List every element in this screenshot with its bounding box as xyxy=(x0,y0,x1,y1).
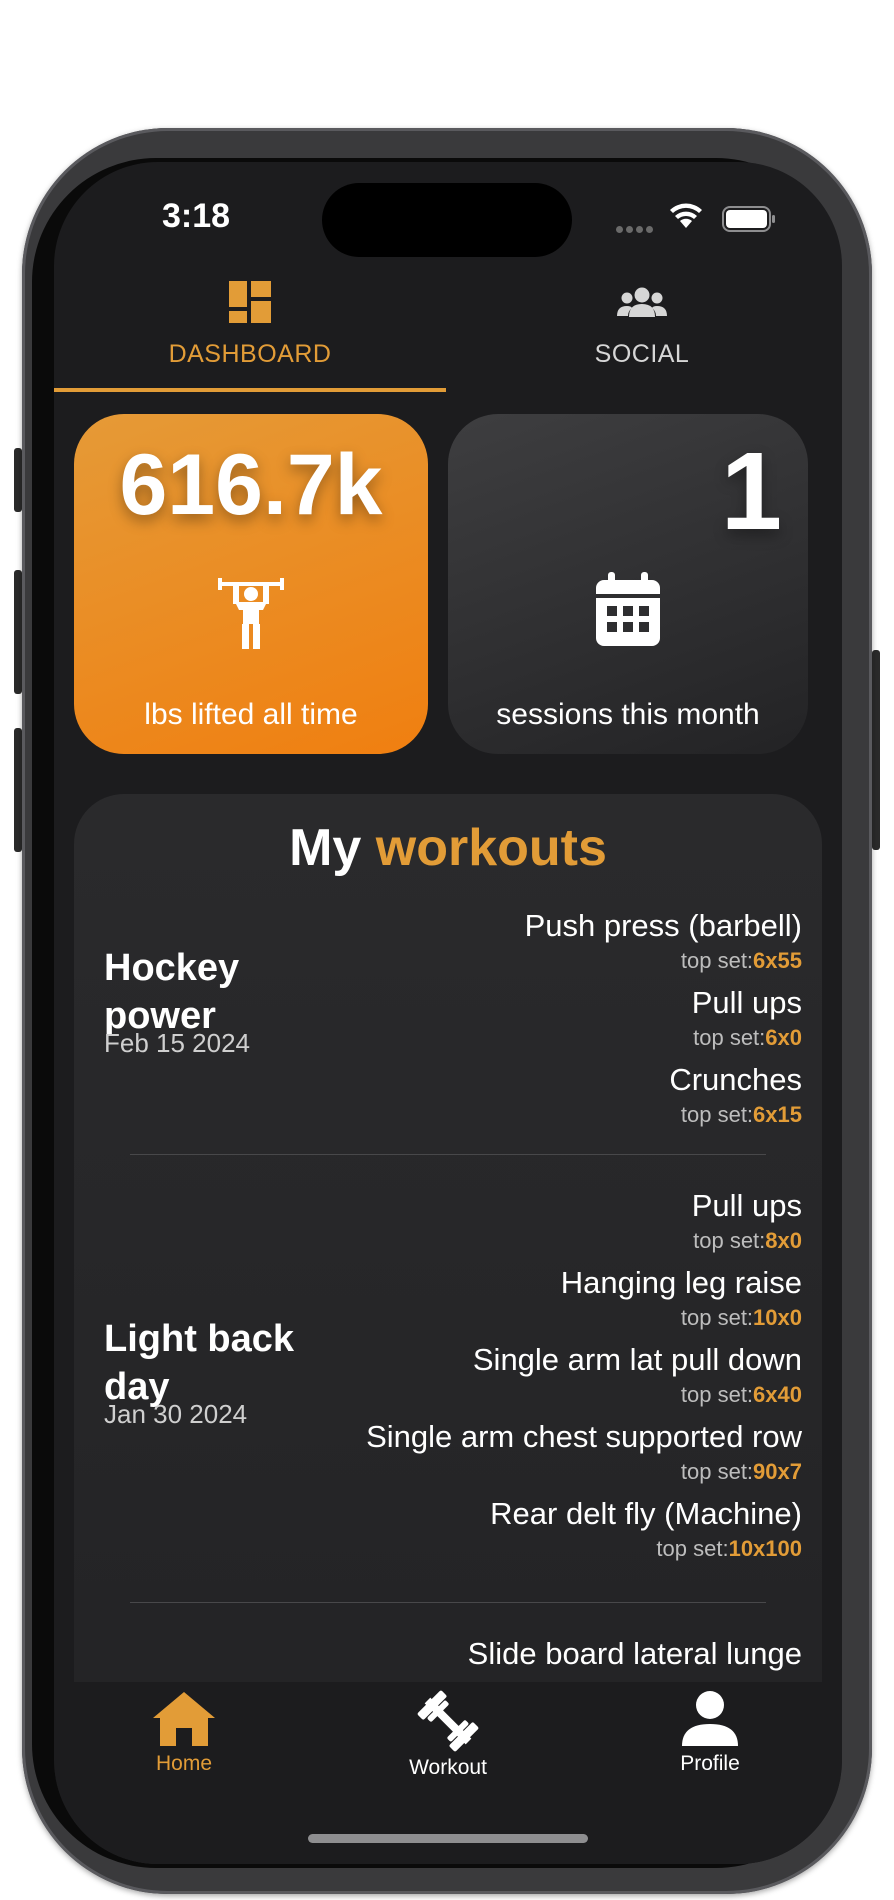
volume-up-button xyxy=(14,570,22,694)
panel-title: My workouts xyxy=(74,818,822,878)
tab-social[interactable]: SOCIAL xyxy=(446,280,838,394)
panel-title-accent: workouts xyxy=(375,819,607,877)
active-tab-indicator xyxy=(54,388,446,392)
exercise-name: Pull ups xyxy=(691,1188,802,1223)
sessions-value: 1 xyxy=(720,430,782,553)
nav-profile[interactable]: Profile xyxy=(610,1690,810,1776)
exercise-name: Single arm chest supported row xyxy=(366,1419,802,1454)
top-set-value: 10x100 xyxy=(728,1536,802,1561)
exercise-name: Single arm lat pull down xyxy=(472,1342,802,1377)
cellular-signal-icon xyxy=(616,220,660,233)
tab-dashboard-label: DASHBOARD xyxy=(168,340,332,368)
sessions-card: 1 sessions this month xyxy=(448,414,808,754)
workout-name[interactable]: Hockey power xyxy=(104,944,334,1040)
nav-workout[interactable]: Workout xyxy=(348,1690,548,1780)
workout-name[interactable]: Light back day xyxy=(104,1315,334,1411)
battery-icon xyxy=(722,206,775,232)
nav-home[interactable]: Home xyxy=(84,1690,284,1776)
top-set-value: 6x15 xyxy=(753,1102,802,1127)
exercise-name: Push press (barbell) xyxy=(524,908,802,943)
workout-date: Jan 30 2024 xyxy=(104,1399,248,1429)
exercise-top-set: top set:6x15 xyxy=(680,1102,802,1127)
wifi-icon xyxy=(670,203,702,228)
lbs-lifted-card: 616.7k lbs lifted all time xyxy=(74,414,428,754)
sessions-label: sessions this month xyxy=(496,698,760,731)
top-set-value: 90x7 xyxy=(753,1459,802,1484)
action-button xyxy=(14,448,22,512)
exercise-top-set: top set:8x0 xyxy=(693,1228,802,1253)
workout-divider xyxy=(130,1602,766,1603)
lbs-lifted-label: lbs lifted all time xyxy=(144,698,358,731)
people-icon xyxy=(617,287,667,317)
volume-down-button xyxy=(14,728,22,852)
calendar-icon xyxy=(596,572,660,646)
exercise-name: Slide board lateral lunge xyxy=(467,1636,802,1671)
weightlifter-icon xyxy=(218,578,284,649)
exercise-top-set: top set:90x7 xyxy=(680,1459,802,1484)
top-set-value: 8x0 xyxy=(765,1228,802,1253)
nav-workout-label: Workout xyxy=(409,1756,487,1779)
exercise-name: Crunches xyxy=(669,1062,802,1097)
nav-profile-label: Profile xyxy=(680,1752,740,1775)
workout-divider xyxy=(130,1154,766,1155)
dashboard-icon xyxy=(229,281,271,323)
top-set-value: 6x55 xyxy=(753,948,802,973)
lbs-lifted-value: 616.7k xyxy=(119,437,383,533)
exercise-top-set: top set:6x55 xyxy=(680,948,802,973)
tab-dashboard[interactable]: DASHBOARD xyxy=(54,280,446,394)
person-icon xyxy=(682,1691,738,1746)
exercise-name: Rear delt fly (Machine) xyxy=(490,1496,802,1531)
status-time: 3:18 xyxy=(162,197,231,235)
dynamic-island xyxy=(322,183,572,257)
panel-title-prefix: My xyxy=(289,819,362,877)
top-set-value: 6x0 xyxy=(765,1025,802,1050)
exercise-name: Hanging leg raise xyxy=(560,1265,802,1300)
app-screen: 3:18 DASHBOARD SOCIAL 616.7k lbs lifted … xyxy=(54,162,842,1864)
exercise-top-set: top set:10x100 xyxy=(656,1536,802,1561)
exercise-top-set: top set:6x40 xyxy=(680,1382,802,1407)
tab-social-label: SOCIAL xyxy=(594,340,690,368)
exercise-name: Pull ups xyxy=(691,985,802,1020)
exercise-top-set: top set:10x0 xyxy=(680,1305,802,1330)
power-button xyxy=(872,650,880,850)
top-set-value: 10x0 xyxy=(753,1305,802,1330)
workout-date: Feb 15 2024 xyxy=(104,1028,251,1058)
nav-home-label: Home xyxy=(155,1752,213,1775)
home-icon xyxy=(153,1692,215,1746)
dumbbell-icon xyxy=(417,1690,479,1752)
home-indicator[interactable] xyxy=(308,1834,588,1843)
exercise-top-set: top set:6x0 xyxy=(693,1025,802,1050)
top-set-value: 6x40 xyxy=(753,1382,802,1407)
